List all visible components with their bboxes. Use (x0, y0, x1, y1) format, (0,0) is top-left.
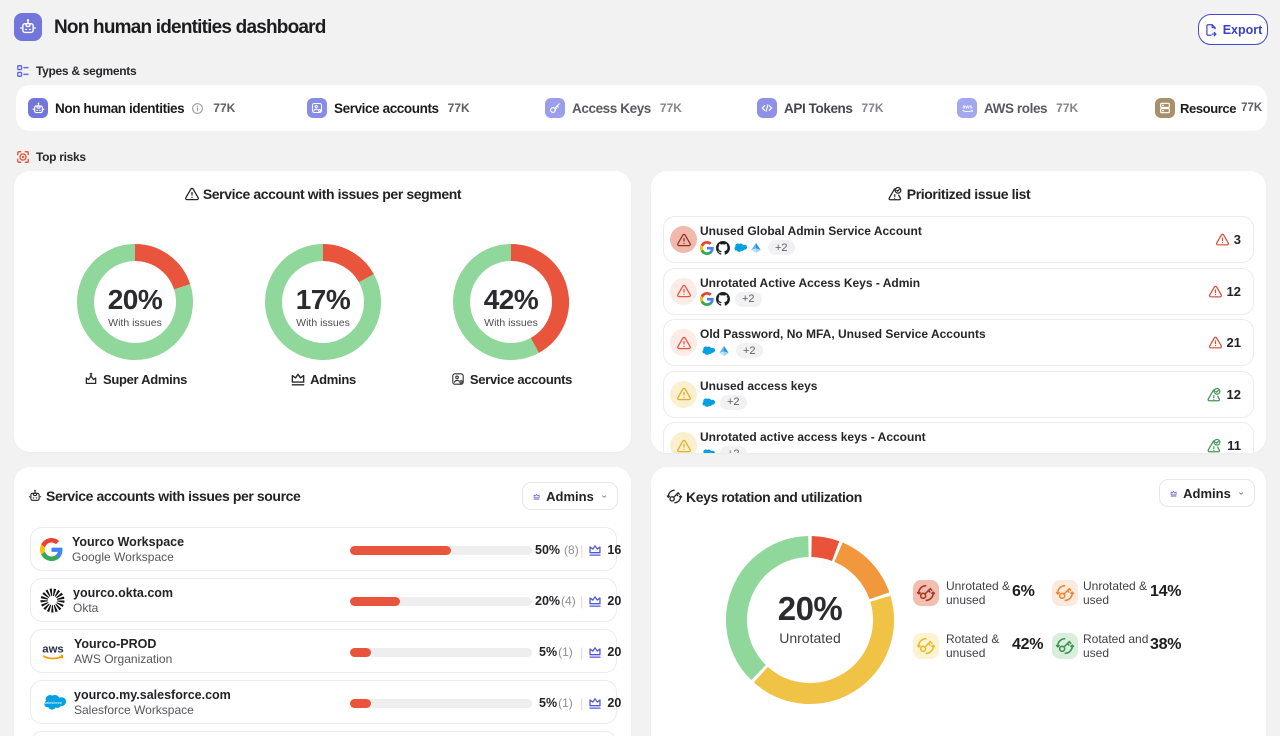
svg-text:aws: aws (962, 104, 972, 110)
